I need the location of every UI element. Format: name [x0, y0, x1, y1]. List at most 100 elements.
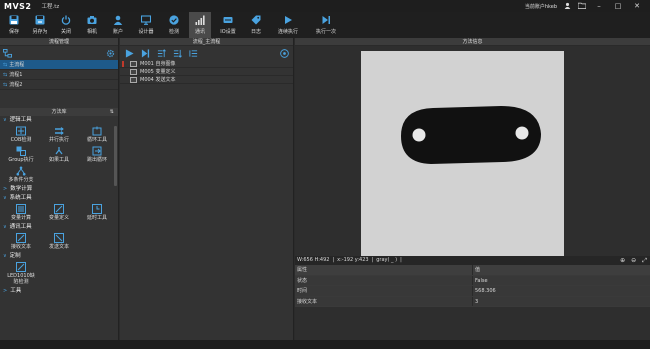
image-info-bar: W:656 H:492 | x:-192 y:423 | gray( _ ) |…: [295, 256, 650, 265]
signal-icon: [195, 15, 205, 25]
library-scrollbar[interactable]: [114, 126, 117, 186]
sort-down-icon[interactable]: [173, 49, 182, 58]
log-button[interactable]: 日志: [245, 12, 267, 38]
table-row[interactable]: 状态 False: [295, 275, 650, 286]
list-icon[interactable]: [189, 49, 198, 58]
camera-button[interactable]: 相机: [81, 12, 103, 38]
run-continuous-button[interactable]: 连续执行: [271, 12, 305, 38]
tool-variable-define[interactable]: 变量定义: [40, 203, 78, 223]
run-once-button[interactable]: 执行一次: [309, 12, 343, 38]
table-header: 属性 值: [295, 265, 650, 276]
gear-icon[interactable]: [106, 49, 115, 58]
if-icon: [55, 147, 63, 155]
property-table: 属性 值 状态 False 时间 568.306 接收文本 3: [295, 265, 650, 307]
user-icon: [113, 15, 123, 25]
flow-icon: ⇆: [3, 71, 8, 78]
tool-if[interactable]: 如果工具: [40, 145, 78, 165]
category-system[interactable]: ∨ 系统工具: [0, 194, 118, 203]
close-button[interactable]: ✕: [631, 2, 643, 10]
io-icon: [223, 17, 233, 23]
send-module-icon: [130, 76, 137, 83]
communication-button[interactable]: 通讯: [189, 12, 211, 38]
tool-break-loop[interactable]: 跳出循环: [78, 145, 116, 165]
flow-toolbar: [0, 46, 118, 60]
flow-item[interactable]: ⇆ 流程1: [0, 70, 118, 80]
left-panel: 流程管理 ⇆ 主流程 ⇆ 流程1 ⇆ 流程2 方法库 ⇅ ∨ 逻辑工具 COB检测 并行…: [0, 38, 119, 340]
status-bar: [0, 340, 650, 349]
monitor-icon: [141, 15, 151, 25]
camera-image: [361, 51, 564, 256]
inspect-button[interactable]: 检测: [163, 12, 185, 38]
module-list: M001 自身图像 M005 变量定义 M004 发送文本: [120, 60, 293, 84]
check-icon: [169, 15, 179, 25]
io-settings-button[interactable]: IO设置: [215, 12, 241, 38]
calc-icon: [16, 204, 26, 214]
image-viewer[interactable]: [295, 46, 650, 256]
sort-up-icon[interactable]: [157, 48, 166, 58]
play-icon: [285, 16, 292, 24]
break-icon: [92, 146, 102, 156]
minimize-button[interactable]: –: [593, 2, 605, 10]
table-row[interactable]: 时间 568.306: [295, 286, 650, 297]
tool-loop[interactable]: 循环工具: [78, 125, 116, 145]
delay-icon: [92, 204, 102, 214]
group-icon: [16, 146, 26, 156]
module-item[interactable]: M004 发送文本: [120, 76, 293, 84]
account-button[interactable]: 账户: [107, 12, 129, 38]
chevron-down-icon: ∨: [3, 253, 7, 259]
play-icon[interactable]: [125, 48, 134, 58]
flow-tree-icon[interactable]: [3, 48, 12, 58]
zoom-out-icon[interactable]: ⊖: [631, 256, 636, 265]
fullscreen-icon[interactable]: ⤢: [642, 256, 647, 265]
tool-delay[interactable]: 延时工具: [78, 203, 116, 223]
category-math[interactable]: > 数学计算: [0, 185, 118, 194]
chevron-right-icon: >: [3, 186, 8, 192]
flow-run-toolbar: [120, 46, 293, 60]
image-size: W:656 H:492: [297, 257, 330, 263]
method-info-header: 方法信息: [295, 38, 650, 46]
tool-variable-calc[interactable]: 变量计算: [2, 203, 40, 223]
receive-icon: [16, 233, 26, 243]
flow-item[interactable]: ⇆ 主流程: [0, 60, 118, 70]
app-logo: MVS2: [4, 1, 32, 11]
step-icon[interactable]: [141, 48, 150, 58]
current-user[interactable]: 当前账户hkeb: [525, 3, 557, 10]
category-communication[interactable]: ∨ 通讯工具: [0, 223, 118, 232]
user-icon[interactable]: [564, 2, 571, 11]
close-project-button[interactable]: 关闭: [55, 12, 77, 38]
designer-button[interactable]: 设计器: [133, 12, 159, 38]
sort-icon[interactable]: ⇅: [110, 108, 114, 116]
flow-editor-panel: 流程_主流程 M001 自身图像 M005 变量定义 M004 发送文本: [120, 38, 294, 340]
save-as-icon: [35, 15, 45, 25]
add-circle-icon[interactable]: [280, 48, 289, 58]
category-logic[interactable]: ∨ 逻辑工具: [0, 116, 118, 125]
flow-list: ⇆ 主流程 ⇆ 流程1 ⇆ 流程2: [0, 60, 118, 90]
tool-cob-detect[interactable]: COB检测: [2, 125, 40, 145]
cob-icon: [16, 126, 26, 136]
maximize-button[interactable]: □: [612, 2, 624, 10]
save-as-button[interactable]: 另存为: [29, 12, 51, 38]
tool-multi-branch[interactable]: 多条件分支: [2, 165, 40, 185]
flow-item[interactable]: ⇆ 流程2: [0, 80, 118, 90]
flow-icon: ⇆: [3, 61, 8, 68]
image-module-icon: [130, 60, 137, 67]
variable-module-icon: [130, 68, 137, 75]
folder-icon[interactable]: [577, 2, 587, 11]
tool-receive-text[interactable]: 接收文本: [2, 232, 40, 252]
tool-send-text[interactable]: 发送文本: [40, 232, 78, 252]
category-custom[interactable]: ∨ 定制: [0, 252, 118, 261]
gray-value: gray( _ ): [376, 257, 398, 263]
tool-led-defect[interactable]: LED1010缺陷检测: [2, 261, 40, 287]
category-tools[interactable]: > 工具: [0, 287, 118, 296]
method-info-panel: 方法信息 W:656 H:492 | x:-192 y:423 | gray( …: [295, 38, 650, 340]
zoom-in-icon[interactable]: ⊕: [620, 256, 625, 265]
tool-group[interactable]: Group执行: [2, 145, 40, 165]
tool-parallel[interactable]: 并行执行: [40, 125, 78, 145]
led-icon: [16, 262, 26, 272]
camera-icon: [87, 16, 97, 24]
step-icon: [322, 16, 330, 24]
branch-icon: [16, 166, 26, 176]
save-button[interactable]: 保存: [3, 12, 25, 38]
flow-manager-header: 流程管理: [0, 38, 118, 46]
table-row[interactable]: 接收文本 3: [295, 296, 650, 307]
